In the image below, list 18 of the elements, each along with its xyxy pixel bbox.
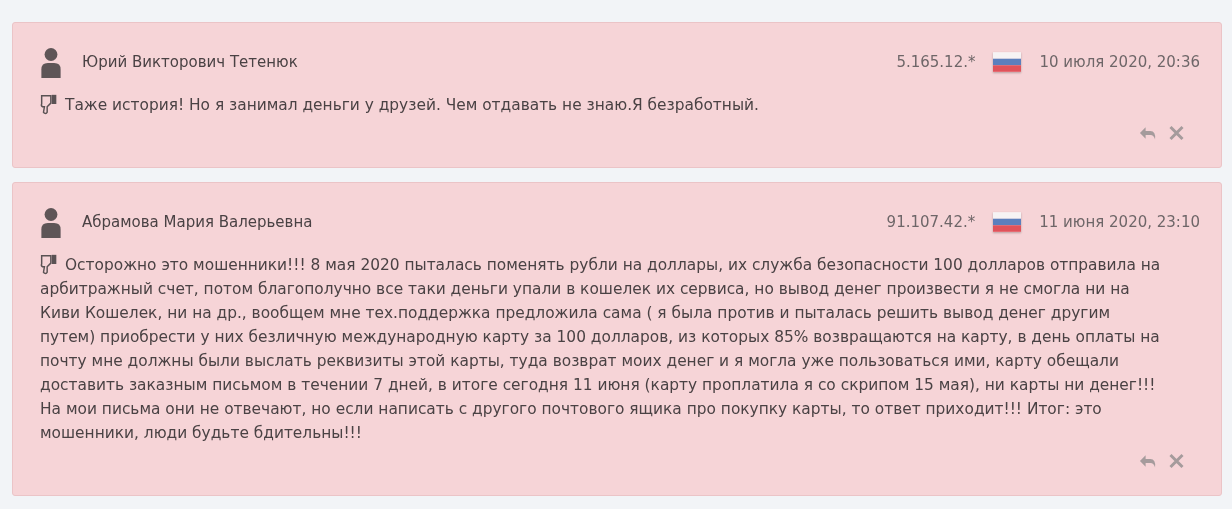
reply-icon[interactable] <box>1139 453 1156 469</box>
user-icon <box>40 206 62 238</box>
close-icon[interactable] <box>1168 125 1185 141</box>
close-icon[interactable] <box>1168 453 1185 469</box>
thumbs-down-icon <box>40 253 58 275</box>
author-name: Юрий Викторович Тетенюк <box>82 53 299 71</box>
comment-text: Таже история! Но я занимал деньги у друзей. Чем отдавать не знаю.Я безработный. <box>40 93 1169 117</box>
reply-icon[interactable] <box>1139 125 1156 141</box>
ip-address: 91.107.42.* <box>886 213 976 231</box>
comment-date: 10 июля 2020, 20:36 <box>1039 53 1200 71</box>
author-name: Абрамова Мария Валерьевна <box>82 213 314 231</box>
flag-icon <box>993 52 1022 72</box>
flag-icon <box>993 212 1022 232</box>
comment-date: 11 июня 2020, 23:10 <box>1039 213 1200 231</box>
comment-text: Осторожно это мошенники!!! 8 мая 2020 пыталась поменять рубли на доллары, их служба безопасности 100 долларов отправила на арбитражный счет, потом благополучно все таки деньги упали в кошелек их сервиса, но вывод денег произвести я не смогла ни на Киви Кошелек, ни на др., вообщем мне тех.поддержка предложила сама ( я была против и пыталась решить вывод денег другим путем) приобрести у них безличную международную карту за 100 долларов, из которых 85% возвращаются на карту, в день оплаты на почту мне должны были выслать реквизиты этой карты, туда возврат моих денег и я могла уже пользоваться ими, карту обещали доставить заказным письмом в течении 7 дней, в итоге сегодня 11 июня (карту проплатила я со скрипом 15 мая), ни карты ни денег!!! На мои письма они не отвечают, но если написать с другого почтового ящика про покупку карты, то ответ приходит!!! Итог: это мошенники, люди будьте бдительны!!! <box>40 253 1169 445</box>
thumbs-down-icon <box>40 93 58 115</box>
ip-address: 5.165.12.* <box>896 53 976 71</box>
user-icon <box>40 46 62 78</box>
